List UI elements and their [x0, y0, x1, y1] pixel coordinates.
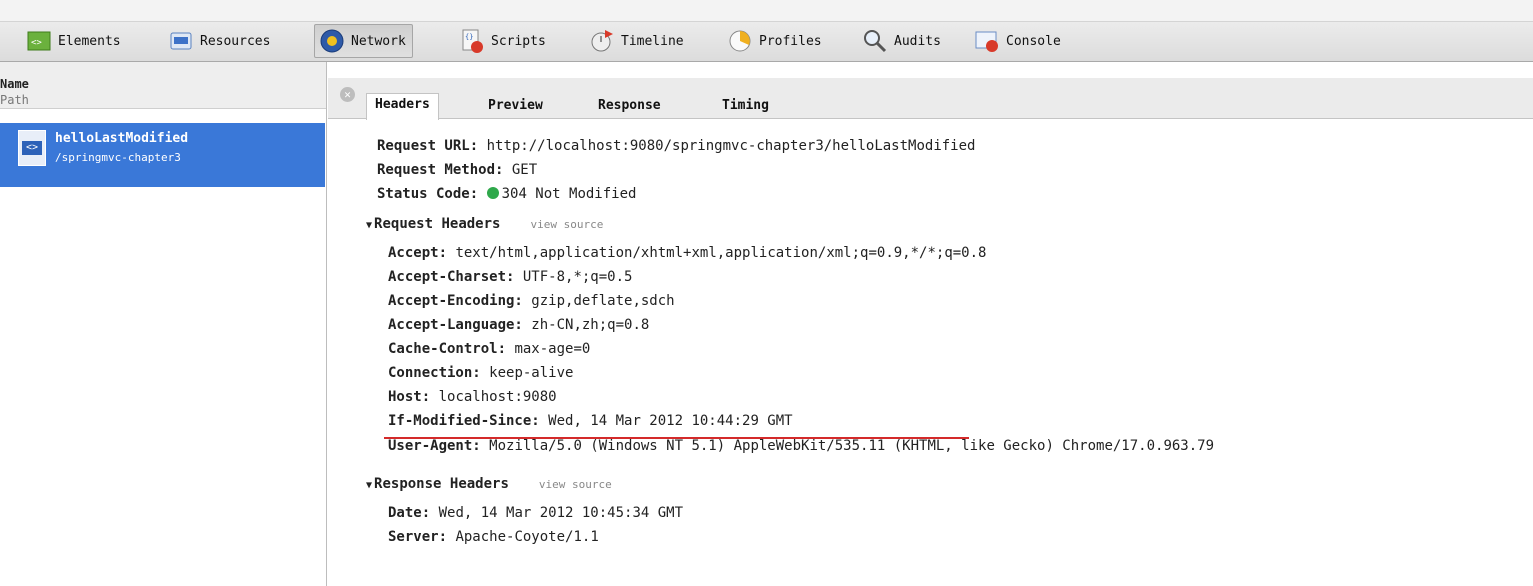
- tab-timeline[interactable]: Timeline: [585, 24, 690, 58]
- request-header-line: Accept: text/html,application/xhtml+xml,…: [388, 244, 986, 262]
- header-key: If-Modified-Since:: [388, 413, 540, 429]
- header-value: zh-CN,zh;q=0.8: [531, 317, 650, 333]
- devtools-toolbar: <> Elements Resources Network {} Scripts…: [0, 0, 1533, 62]
- column-path-label: Path: [0, 93, 29, 107]
- request-headers-section[interactable]: ▼ Request Headers view source: [366, 216, 603, 232]
- request-header-line: User-Agent: Mozilla/5.0 (Windows NT 5.1)…: [388, 437, 1214, 455]
- document-icon: <>: [18, 130, 46, 166]
- header-key: Cache-Control:: [388, 341, 507, 357]
- tab-resources[interactable]: Resources: [164, 24, 276, 58]
- request-header-line: Accept-Charset: UTF-8,*;q=0.5: [388, 268, 632, 286]
- header-key: Accept:: [388, 245, 448, 261]
- header-value: localhost:9080: [438, 389, 557, 405]
- view-source-link[interactable]: view source: [539, 478, 612, 491]
- resource-name: helloLastModified: [55, 131, 189, 146]
- sidebar-column-header[interactable]: Name Path: [0, 62, 326, 109]
- toolbar-top-strip: [0, 0, 1533, 22]
- view-source-link[interactable]: view source: [530, 218, 603, 231]
- tab-elements[interactable]: <> Elements: [22, 24, 127, 58]
- list-item[interactable]: <> helloLastModified /springmvc-chapter3: [0, 123, 325, 187]
- header-value: text/html,application/xhtml+xml,applicat…: [455, 245, 987, 261]
- tab-scripts[interactable]: {} Scripts: [455, 24, 552, 58]
- tab-timing[interactable]: Timing: [722, 95, 769, 118]
- request-url-line: Request URL: http://localhost:9080/sprin…: [377, 137, 975, 155]
- disclosure-triangle-icon: ▼: [366, 220, 373, 231]
- header-value: Wed, 14 Mar 2012 10:44:29 GMT: [548, 413, 793, 429]
- response-headers-section[interactable]: ▼ Response Headers view source: [366, 476, 612, 492]
- svg-text:<>: <>: [31, 38, 42, 48]
- elements-icon: <>: [26, 28, 52, 54]
- header-key: Date:: [388, 505, 431, 521]
- header-value: GET: [511, 162, 538, 178]
- header-value: max-age=0: [514, 341, 591, 357]
- tab-audits-label: Audits: [894, 33, 941, 49]
- tab-network[interactable]: Network: [314, 24, 413, 58]
- tab-response[interactable]: Response: [598, 95, 661, 118]
- header-value: Apache-Coyote/1.1: [455, 529, 599, 545]
- tab-scripts-label: Scripts: [491, 33, 546, 49]
- header-key: Request URL:: [377, 138, 479, 154]
- tab-console-label: Console: [1006, 33, 1061, 49]
- header-key: Server:: [388, 529, 448, 545]
- console-icon: [974, 28, 1000, 54]
- resource-path: /springmvc-chapter3: [55, 151, 181, 164]
- request-header-line: Connection: keep-alive: [388, 364, 573, 382]
- tab-resources-label: Resources: [200, 33, 271, 49]
- if-modified-since-line: If-Modified-Since: Wed, 14 Mar 2012 10:4…: [388, 412, 793, 430]
- status-code-line: Status Code: 304 Not Modified: [377, 185, 636, 203]
- resources-icon: [168, 28, 194, 54]
- tab-console[interactable]: Console: [970, 24, 1067, 58]
- request-method-line: Request Method: GET: [377, 161, 537, 179]
- header-value: Mozilla/5.0 (Windows NT 5.1) AppleWebKit…: [489, 438, 1215, 454]
- resources-sidebar: Name Path <> helloLastModified /springmv…: [0, 62, 327, 586]
- tab-profiles-label: Profiles: [759, 33, 822, 49]
- tab-elements-label: Elements: [58, 33, 121, 49]
- section-title: Request Headers: [374, 216, 501, 232]
- profiles-icon: [727, 28, 753, 54]
- header-value: http://localhost:9080/springmvc-chapter3…: [486, 138, 976, 154]
- header-key: Host:: [388, 389, 431, 405]
- header-value: keep-alive: [489, 365, 574, 381]
- section-title: Response Headers: [374, 476, 509, 492]
- tab-timeline-label: Timeline: [621, 33, 684, 49]
- detail-tabbar: ✕ Headers Preview Response Timing: [328, 78, 1533, 120]
- header-key: Accept-Encoding:: [388, 293, 523, 309]
- request-header-line: Accept-Language: zh-CN,zh;q=0.8: [388, 316, 649, 334]
- svg-text:{}: {}: [465, 33, 473, 41]
- tab-preview[interactable]: Preview: [488, 95, 543, 118]
- header-key: User-Agent:: [388, 438, 481, 454]
- tab-network-label: Network: [351, 33, 406, 49]
- request-header-line: Host: localhost:9080: [388, 388, 557, 406]
- header-value: 304 Not Modified: [501, 186, 637, 202]
- header-value: Wed, 14 Mar 2012 10:45:34 GMT: [438, 505, 684, 521]
- scripts-icon: {}: [459, 28, 485, 54]
- network-icon: [319, 28, 345, 54]
- disclosure-triangle-icon: ▼: [366, 480, 373, 491]
- header-key: Accept-Language:: [388, 317, 523, 333]
- timeline-icon: [589, 28, 615, 54]
- header-value: gzip,deflate,sdch: [531, 293, 675, 309]
- tab-headers[interactable]: Headers: [366, 93, 439, 120]
- tab-audits[interactable]: Audits: [858, 24, 947, 58]
- column-name-label: Name: [0, 77, 29, 91]
- header-value: UTF-8,*;q=0.5: [522, 269, 633, 285]
- header-key: Request Method:: [377, 162, 504, 178]
- status-ok-icon: [486, 187, 499, 199]
- tab-profiles[interactable]: Profiles: [723, 24, 828, 58]
- header-key: Connection:: [388, 365, 481, 381]
- header-key: Status Code:: [377, 186, 479, 202]
- response-header-line: Server: Apache-Coyote/1.1: [388, 528, 599, 546]
- close-icon[interactable]: ✕: [340, 87, 355, 102]
- response-header-line: Date: Wed, 14 Mar 2012 10:45:34 GMT: [388, 504, 683, 522]
- request-header-line: Accept-Encoding: gzip,deflate,sdch: [388, 292, 675, 310]
- header-key: Accept-Charset:: [388, 269, 515, 285]
- audits-icon: [862, 28, 888, 54]
- request-header-line: Cache-Control: max-age=0: [388, 340, 590, 358]
